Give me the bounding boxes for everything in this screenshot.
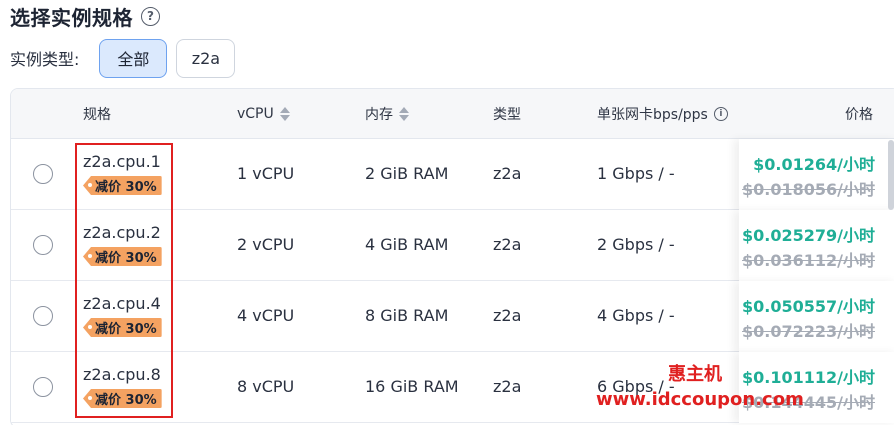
type-value: z2a [493,164,522,183]
vcpu-value: 4 vCPU [237,306,295,325]
price-original: $0.036112/小时 [742,251,875,270]
spec-name: z2a.cpu.1 [83,152,161,171]
spec-name: z2a.cpu.8 [83,365,161,384]
memory-value: 2 GiB RAM [365,164,449,183]
column-header-type-label: 类型 [493,107,521,123]
row-select-radio[interactable] [33,306,53,326]
row-select-radio[interactable] [33,164,53,184]
page-title: 选择实例规格 [10,5,133,30]
price-cell: $0.01264/小时 $0.018056/小时 [739,139,894,210]
column-header-spec-label: 规格 [83,107,111,123]
discount-badge: 减价 30% [83,176,162,195]
price-original: $0.072223/小时 [742,322,875,341]
discount-badge: 减价 30% [83,247,162,266]
title-row: 选择实例规格 ? [10,2,160,30]
table-row[interactable]: z2a.cpu.2 减价 30% 2 vCPU 4 GiB RAM z2a 2 … [11,210,894,281]
price-cell: $0.101112/小时 $0.144445/小时 [739,352,894,423]
price-original: $0.018056/小时 [742,180,875,199]
network-value: 4 Gbps / - [597,306,675,325]
price-cell: $0.025279/小时 $0.036112/小时 [739,210,894,281]
table-row[interactable]: z2a.cpu.8 减价 30% 8 vCPU 16 GiB RAM z2a 6… [11,352,894,423]
instance-type-filter: 实例类型: 全部 z2a [10,38,236,78]
column-header-memory[interactable]: 内存 [365,89,409,139]
filter-option-z2a[interactable]: z2a [176,38,236,78]
filter-label: 实例类型: [10,50,80,69]
column-header-price: 价格 [845,89,873,139]
type-value: z2a [493,377,522,396]
vcpu-value: 8 vCPU [237,377,295,396]
network-value: 2 Gbps / - [597,235,675,254]
table-row[interactable]: z2a.cpu.4 减价 30% 4 vCPU 8 GiB RAM z2a 4 … [11,281,894,352]
column-header-spec: 规格 [83,89,111,139]
table-row[interactable]: z2a.cpu.1 减价 30% 1 vCPU 2 GiB RAM z2a 1 … [11,139,894,210]
info-icon[interactable]: i [713,107,728,121]
price-current: $0.050557/小时 [742,297,875,316]
table-scrollbar[interactable] [888,140,894,210]
column-header-network-label: 单张网卡bps/pps [597,107,708,123]
watermark-url: www.idccoupon.com [596,389,804,410]
spec-name: z2a.cpu.2 [83,223,161,242]
sort-icon[interactable] [399,107,409,121]
price-current: $0.101112/小时 [742,368,875,387]
price-cell: $0.050557/小时 $0.072223/小时 [739,281,894,352]
discount-badge: 减价 30% [83,389,162,408]
network-value: 1 Gbps / - [597,164,675,183]
column-header-vcpu[interactable]: vCPU [237,89,290,139]
column-header-type: 类型 [493,89,521,139]
row-select-radio[interactable] [33,235,53,255]
filter-option-all[interactable]: 全部 [99,38,168,78]
column-header-vcpu-label: vCPU [237,106,274,122]
row-select-radio[interactable] [33,377,53,397]
spec-name: z2a.cpu.4 [83,294,161,313]
price-current: $0.01264/小时 [753,155,875,174]
table-header: 规格 vCPU 内存 类型 单张网卡bps/pps i 价格 [11,89,894,139]
price-current: $0.025279/小时 [742,226,875,245]
type-value: z2a [493,235,522,254]
vcpu-value: 1 vCPU [237,164,295,183]
watermark-brand: 惠主机 [668,364,722,385]
column-header-price-label: 价格 [845,107,873,123]
instance-spec-table: 规格 vCPU 内存 类型 单张网卡bps/pps i 价格 z2a.cpu.1… [10,88,894,425]
vcpu-value: 2 vCPU [237,235,295,254]
memory-value: 4 GiB RAM [365,235,449,254]
discount-badge: 减价 30% [83,318,162,337]
sort-icon[interactable] [279,107,290,121]
type-value: z2a [493,306,522,325]
memory-value: 16 GiB RAM [365,377,459,396]
column-header-network: 单张网卡bps/pps i [597,89,728,139]
memory-value: 8 GiB RAM [365,306,449,325]
column-header-memory-label: 内存 [365,107,393,123]
question-circle-icon[interactable]: ? [141,6,160,26]
